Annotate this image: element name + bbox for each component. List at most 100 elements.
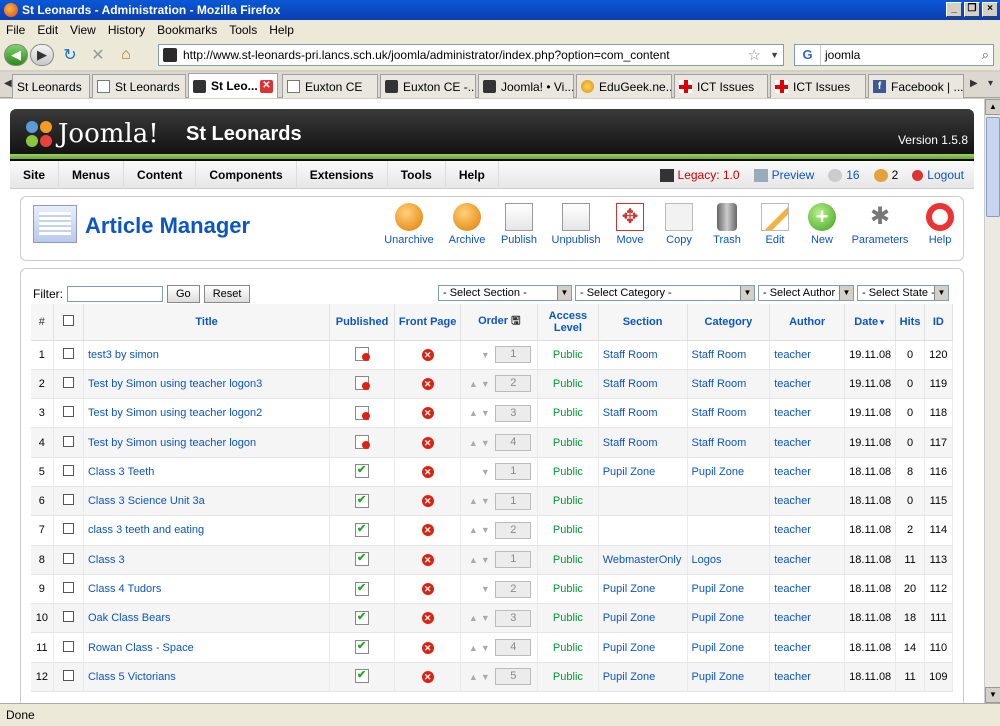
access-level[interactable]: Public xyxy=(537,603,599,634)
article-title-link[interactable]: Test by Simon using teacher logon2 xyxy=(88,407,262,419)
section-link[interactable]: Pupil Zone xyxy=(603,466,656,478)
col-category[interactable]: Category xyxy=(687,304,771,341)
move-down-icon[interactable]: ▼ xyxy=(479,438,491,448)
category-link[interactable]: Pupil Zone xyxy=(692,583,745,595)
section-link[interactable]: Pupil Zone xyxy=(603,642,656,654)
not-frontpage-icon[interactable]: ✕ xyxy=(421,641,434,654)
admin-menu-menus[interactable]: Menus xyxy=(59,160,125,189)
published-icon[interactable] xyxy=(355,581,370,596)
category-link[interactable]: Staff Room xyxy=(692,407,747,419)
move-down-icon[interactable]: ▼ xyxy=(479,613,491,623)
col-section[interactable]: Section xyxy=(598,304,688,341)
article-title-link[interactable]: Rowan Class - Space xyxy=(88,642,194,654)
author-select[interactable]: - Select Author - ▼ xyxy=(758,285,854,301)
access-level[interactable]: Public xyxy=(537,369,599,400)
col-published[interactable]: Published xyxy=(329,304,395,341)
admin-menu-help[interactable]: Help xyxy=(446,160,499,189)
order-input[interactable]: 2 xyxy=(495,580,532,598)
access-level[interactable]: Public xyxy=(537,340,599,370)
move-up-icon[interactable]: ▲ xyxy=(467,379,479,389)
tab-ict-issues-1[interactable]: ICT Issues xyxy=(674,74,768,98)
row-checkbox[interactable] xyxy=(62,494,74,506)
parameters-button[interactable]: ✱ Parameters xyxy=(850,203,910,246)
move-up-icon[interactable]: ▲ xyxy=(467,672,479,682)
article-title-link[interactable]: Class 5 Victorians xyxy=(88,671,176,683)
forward-button[interactable]: ▶ xyxy=(30,44,54,66)
not-frontpage-icon[interactable]: ✕ xyxy=(421,524,434,537)
move-down-icon[interactable]: ▼ xyxy=(479,643,491,653)
access-level[interactable]: Public xyxy=(537,427,599,458)
move-up-icon[interactable]: ▲ xyxy=(467,496,479,506)
col-date[interactable]: Date▼ xyxy=(844,304,897,341)
scrollbar-thumb[interactable] xyxy=(986,117,1000,217)
not-frontpage-icon[interactable]: ✕ xyxy=(421,436,434,449)
not-frontpage-icon[interactable]: ✕ xyxy=(421,465,434,478)
menu-edit[interactable]: Edit xyxy=(31,23,64,37)
author-link[interactable]: teacher xyxy=(774,437,811,449)
url-dropdown-icon[interactable]: ▼ xyxy=(770,50,779,60)
move-up-icon[interactable]: ▲ xyxy=(467,408,479,418)
messages-link[interactable]: 16 xyxy=(828,168,860,183)
unpublished-icon[interactable] xyxy=(355,405,371,420)
row-checkbox[interactable] xyxy=(62,669,74,681)
select-all-checkbox[interactable] xyxy=(62,314,74,326)
not-frontpage-icon[interactable]: ✕ xyxy=(421,583,434,596)
save-order-icon[interactable]: 🖫 xyxy=(511,315,520,327)
published-icon[interactable] xyxy=(355,551,370,567)
access-level[interactable]: Public xyxy=(537,515,599,546)
menu-view[interactable]: View xyxy=(64,23,102,37)
tab-st-leo-active[interactable]: St Leo... ✕ xyxy=(188,73,278,98)
order-input[interactable]: 1 xyxy=(495,346,532,364)
move-down-icon[interactable]: ▼ xyxy=(479,555,491,565)
author-link[interactable]: teacher xyxy=(774,378,811,390)
author-link[interactable]: teacher xyxy=(774,466,811,478)
section-link[interactable]: Staff Room xyxy=(603,349,658,361)
not-frontpage-icon[interactable]: ✕ xyxy=(421,670,434,683)
article-title-link[interactable]: Oak Class Bears xyxy=(88,612,171,624)
tab-st-leonards-1[interactable]: St Leonards xyxy=(12,74,90,98)
menu-tools[interactable]: Tools xyxy=(223,23,263,37)
row-checkbox[interactable] xyxy=(62,376,74,388)
move-down-icon[interactable]: ▼ xyxy=(479,408,491,418)
author-link[interactable]: teacher xyxy=(774,349,811,361)
row-checkbox[interactable] xyxy=(62,406,74,418)
row-checkbox[interactable] xyxy=(62,640,74,652)
admin-menu-components[interactable]: Components xyxy=(196,160,297,189)
section-link[interactable]: Pupil Zone xyxy=(603,612,656,624)
not-frontpage-icon[interactable]: ✕ xyxy=(421,495,434,508)
article-title-link[interactable]: Class 3 Teeth xyxy=(88,466,154,478)
unarchive-button[interactable]: Unarchive xyxy=(379,203,439,246)
scroll-up-icon[interactable]: ▲ xyxy=(985,99,1000,115)
row-checkbox[interactable] xyxy=(62,552,74,564)
help-button[interactable]: Help xyxy=(910,203,970,246)
scroll-down-icon[interactable]: ▼ xyxy=(985,687,1000,703)
reset-button[interactable]: Reset xyxy=(203,285,251,303)
bookmark-star-icon[interactable]: ☆ xyxy=(748,46,761,64)
new-button[interactable]: + New xyxy=(792,203,852,246)
col-front-page[interactable]: Front Page xyxy=(394,304,462,341)
order-input[interactable]: 4 xyxy=(495,639,532,657)
vertical-scrollbar[interactable]: ▲ ▼ xyxy=(984,99,1000,703)
state-select[interactable]: - Select State - ▼ xyxy=(857,285,949,301)
move-up-icon[interactable]: ▲ xyxy=(467,438,479,448)
search-bar[interactable]: G joomla ⌕ xyxy=(794,44,994,66)
unpublished-icon[interactable] xyxy=(355,346,371,362)
col-id[interactable]: ID xyxy=(924,304,954,341)
access-level[interactable]: Public xyxy=(537,574,599,605)
move-up-icon[interactable]: ▲ xyxy=(467,613,479,623)
move-up-icon[interactable]: ▲ xyxy=(467,525,479,535)
author-link[interactable]: teacher xyxy=(774,524,811,536)
reload-icon[interactable]: ↻ xyxy=(58,44,82,66)
move-up-icon[interactable]: ▲ xyxy=(467,643,479,653)
admin-menu-tools[interactable]: Tools xyxy=(388,160,446,189)
row-checkbox[interactable] xyxy=(62,347,74,359)
back-button[interactable]: ◀ xyxy=(4,44,28,66)
close-tab-icon[interactable]: ✕ xyxy=(260,79,273,93)
author-link[interactable]: teacher xyxy=(774,642,811,654)
category-link[interactable]: Pupil Zone xyxy=(692,671,745,683)
not-frontpage-icon[interactable]: ✕ xyxy=(421,407,434,420)
scroll-tabs-left-icon[interactable]: ◀ xyxy=(4,78,12,89)
menu-file[interactable]: File xyxy=(0,23,31,37)
order-input[interactable]: 1 xyxy=(495,492,532,510)
admin-menu-extensions[interactable]: Extensions xyxy=(297,160,388,189)
